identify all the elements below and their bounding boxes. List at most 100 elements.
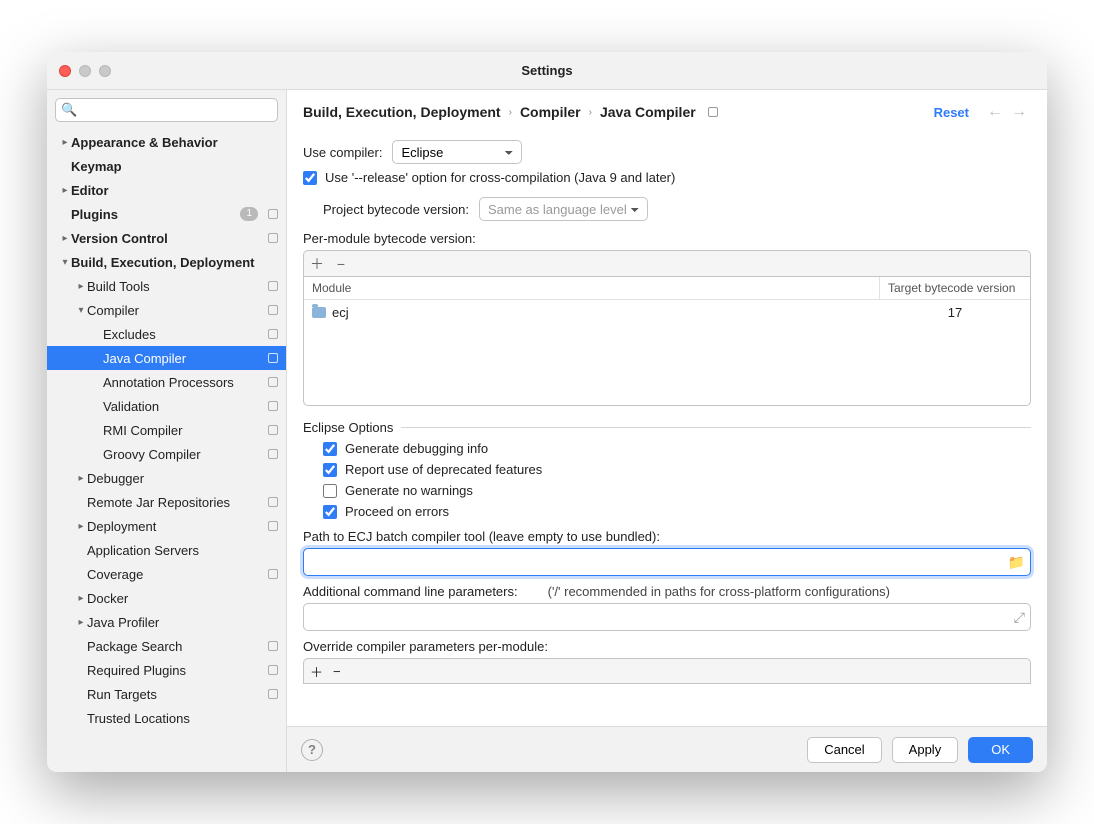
- chevron-right-icon: ▸: [75, 617, 87, 628]
- sidebar-item[interactable]: ▸Debugger: [47, 466, 286, 490]
- breadcrumb-segment: Java Compiler: [600, 104, 696, 120]
- chevron-down-icon: ▾: [59, 257, 71, 268]
- minimize-window-icon[interactable]: [79, 65, 91, 77]
- release-option-checkbox[interactable]: [303, 171, 317, 185]
- sidebar-item[interactable]: ▸Coverage: [47, 562, 286, 586]
- settings-tree: ▸Appearance & Behavior▸Keymap▸Editor▸Plu…: [47, 130, 286, 772]
- remove-module-button[interactable]: −: [334, 257, 348, 271]
- back-arrow-icon[interactable]: ←: [983, 103, 1007, 121]
- sidebar-item-label: Build, Execution, Deployment: [71, 255, 278, 270]
- project-bytecode-select[interactable]: Same as language level: [479, 197, 648, 221]
- table-row[interactable]: ecj 17: [304, 300, 1030, 325]
- project-scope-icon: [268, 425, 278, 435]
- settings-window: Settings 🔍 ▸Appearance & Behavior▸Keymap…: [47, 52, 1047, 772]
- sidebar-item[interactable]: ▸Java Compiler: [47, 346, 286, 370]
- chevron-right-icon: ▸: [59, 233, 71, 244]
- project-scope-icon: [268, 305, 278, 315]
- breadcrumb-segment[interactable]: Compiler: [520, 104, 581, 120]
- dialog-footer: ? Cancel Apply OK: [287, 726, 1047, 772]
- project-scope-icon: [268, 353, 278, 363]
- sidebar-item-label: Run Targets: [87, 687, 264, 702]
- add-params-label: Additional command line parameters:: [303, 584, 518, 599]
- sidebar-item[interactable]: ▸Required Plugins: [47, 658, 286, 682]
- release-option-label: Use '--release' option for cross-compila…: [325, 170, 675, 185]
- sidebar-item-label: Excludes: [103, 327, 264, 342]
- sidebar-item[interactable]: ▸Plugins1: [47, 202, 286, 226]
- sidebar-item[interactable]: ▸Trusted Locations: [47, 706, 286, 730]
- remove-override-button[interactable]: −: [333, 664, 341, 679]
- chevron-right-icon: ›: [589, 107, 592, 118]
- sidebar-item[interactable]: ▸Remote Jar Repositories: [47, 490, 286, 514]
- sidebar-item-label: Java Compiler: [103, 351, 264, 366]
- search-input[interactable]: [55, 98, 278, 122]
- close-window-icon[interactable]: [59, 65, 71, 77]
- sidebar-item[interactable]: ▸Docker: [47, 586, 286, 610]
- module-target-version: 17: [880, 300, 1030, 325]
- chevron-right-icon: ›: [509, 107, 512, 118]
- project-scope-icon: [268, 689, 278, 699]
- ok-button[interactable]: OK: [968, 737, 1033, 763]
- chevron-right-icon: ▸: [75, 281, 87, 292]
- main-panel: Build, Execution, Deployment › Compiler …: [287, 90, 1047, 772]
- sidebar-item[interactable]: ▸Keymap: [47, 154, 286, 178]
- no-warnings-checkbox[interactable]: [323, 484, 337, 498]
- use-compiler-label: Use compiler:: [303, 145, 382, 160]
- sidebar-item[interactable]: ▾Compiler: [47, 298, 286, 322]
- sidebar-item-label: Plugins: [71, 207, 240, 222]
- sidebar-item[interactable]: ▸Application Servers: [47, 538, 286, 562]
- content: Use compiler: Eclipse Use '--release' op…: [287, 134, 1047, 726]
- sidebar-item-label: RMI Compiler: [103, 423, 264, 438]
- add-params-input[interactable]: [303, 603, 1031, 631]
- sidebar-item[interactable]: ▸Package Search: [47, 634, 286, 658]
- module-table-toolbar: ＋ −: [303, 250, 1031, 276]
- forward-arrow-icon[interactable]: →: [1007, 103, 1031, 121]
- cancel-button[interactable]: Cancel: [807, 737, 881, 763]
- window-title: Settings: [521, 63, 572, 78]
- sidebar-item[interactable]: ▸Java Profiler: [47, 610, 286, 634]
- project-scope-icon: [268, 665, 278, 675]
- sidebar-item[interactable]: ▸Groovy Compiler: [47, 442, 286, 466]
- add-module-button[interactable]: ＋: [310, 257, 324, 271]
- gen-debug-checkbox[interactable]: [323, 442, 337, 456]
- separator: [401, 427, 1031, 428]
- chevron-right-icon: ▸: [75, 473, 87, 484]
- th-target: Target bytecode version: [880, 277, 1030, 299]
- sidebar-item[interactable]: ▸Build Tools: [47, 274, 286, 298]
- sidebar-item[interactable]: ▸Appearance & Behavior: [47, 130, 286, 154]
- sidebar-item[interactable]: ▸Version Control: [47, 226, 286, 250]
- project-scope-icon: [268, 329, 278, 339]
- sidebar-item-label: Deployment: [87, 519, 264, 534]
- sidebar-item[interactable]: ▸Editor: [47, 178, 286, 202]
- sidebar-item[interactable]: ▸RMI Compiler: [47, 418, 286, 442]
- expand-icon[interactable]: ⤢: [1014, 609, 1025, 626]
- proceed-checkbox[interactable]: [323, 505, 337, 519]
- sidebar-item[interactable]: ▸Excludes: [47, 322, 286, 346]
- ecj-path-input[interactable]: [303, 548, 1031, 576]
- sidebar-item-label: Compiler: [87, 303, 264, 318]
- project-scope-icon: [268, 521, 278, 531]
- deprecated-checkbox[interactable]: [323, 463, 337, 477]
- per-module-label: Per-module bytecode version:: [303, 231, 1031, 246]
- sidebar-item-label: Groovy Compiler: [103, 447, 264, 462]
- eclipse-options-label: Eclipse Options: [303, 420, 393, 435]
- sidebar-item[interactable]: ▸Validation: [47, 394, 286, 418]
- help-button[interactable]: ?: [301, 739, 323, 761]
- main-header: Build, Execution, Deployment › Compiler …: [287, 90, 1047, 134]
- use-compiler-select[interactable]: Eclipse: [392, 140, 522, 164]
- sidebar-item[interactable]: ▸Deployment: [47, 514, 286, 538]
- sidebar-item-label: Java Profiler: [87, 615, 278, 630]
- chevron-right-icon: ▸: [59, 137, 71, 148]
- zoom-window-icon[interactable]: [99, 65, 111, 77]
- sidebar-item[interactable]: ▾Build, Execution, Deployment: [47, 250, 286, 274]
- traffic-lights: [59, 65, 111, 77]
- add-override-button[interactable]: ＋: [310, 662, 323, 681]
- sidebar-item[interactable]: ▸Annotation Processors: [47, 370, 286, 394]
- reset-link[interactable]: Reset: [934, 105, 969, 120]
- folder-browse-icon[interactable]: 📁: [1008, 554, 1025, 571]
- apply-button[interactable]: Apply: [892, 737, 959, 763]
- sidebar-item[interactable]: ▸Run Targets: [47, 682, 286, 706]
- update-count-badge: 1: [240, 207, 258, 221]
- breadcrumb-segment[interactable]: Build, Execution, Deployment: [303, 104, 501, 120]
- chevron-right-icon: ▸: [75, 593, 87, 604]
- module-table: Module Target bytecode version ecj 17: [303, 276, 1031, 406]
